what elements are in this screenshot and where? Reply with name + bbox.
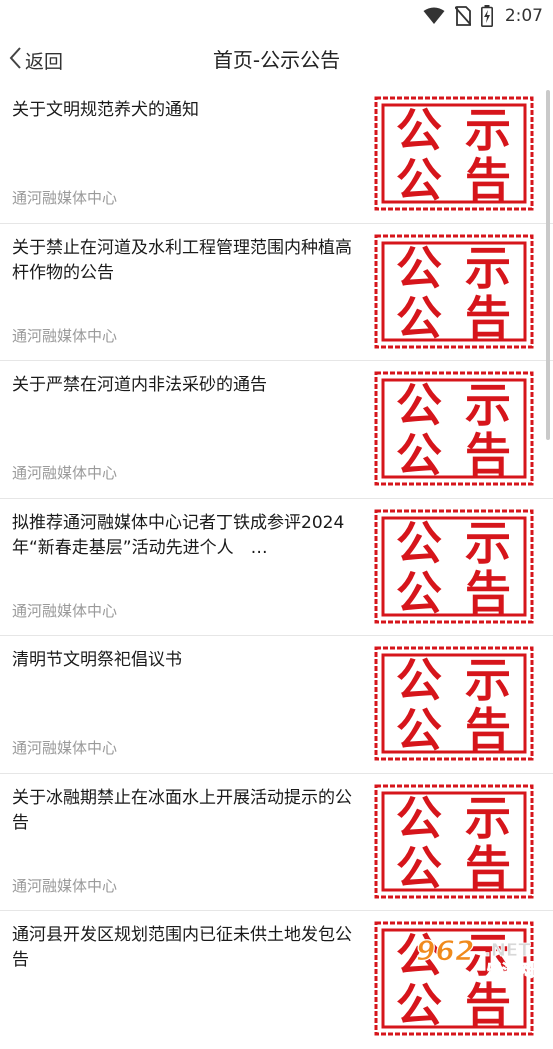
article-title: 关于冰融期禁止在冰面水上开展活动提示的公告 [12, 787, 352, 833]
article-title: 关于禁止在河道及水利工程管理范围内种植高杆作物的公告 [12, 237, 352, 283]
svg-text:公: 公 [396, 378, 442, 432]
svg-text:公: 公 [396, 103, 442, 157]
article-title: 拟推荐通河融媒体中心记者丁铁成参评2024年“新春走基层”活动先进个人 … [12, 512, 345, 558]
svg-text:公: 公 [396, 703, 442, 757]
svg-text:公: 公 [396, 841, 442, 895]
svg-text:示: 示 [465, 378, 511, 432]
wifi-icon [423, 7, 445, 25]
svg-text:告: 告 [465, 291, 511, 345]
list-item[interactable]: 拟推荐通河融媒体中心记者丁铁成参评2024年“新春走基层”活动先进个人 … 通河… [0, 499, 553, 636]
svg-text:公: 公 [396, 978, 442, 1032]
notice-stamp-image: 公示公告 [374, 784, 534, 898]
svg-text:公: 公 [396, 566, 442, 620]
svg-text:公: 公 [396, 153, 442, 207]
svg-text:公: 公 [396, 428, 442, 482]
article-source: 通河融媒体中心 [12, 464, 118, 482]
article-title: 清明节文明祭祀倡议书 [12, 650, 182, 670]
svg-text:公: 公 [396, 516, 442, 570]
article-title: 通河县开发区规划范围内已征未供土地发包公告 [12, 925, 352, 970]
svg-text:示: 示 [465, 928, 511, 982]
no-sim-icon [454, 6, 471, 26]
svg-text:告: 告 [465, 428, 511, 482]
navigation-bar: 返回 首页-公示公告 [0, 38, 553, 82]
article-thumbnail[interactable]: 公示公告 [374, 371, 534, 486]
svg-text:告: 告 [465, 566, 511, 620]
svg-text:公: 公 [396, 928, 442, 982]
svg-text:公: 公 [396, 241, 442, 295]
list-item[interactable]: 关于冰融期禁止在冰面水上开展活动提示的公告 通河融媒体中心 公示公告 [0, 774, 553, 911]
article-source: 通河融媒体中心 [12, 739, 118, 757]
svg-text:公: 公 [396, 791, 442, 845]
svg-text:示: 示 [465, 103, 511, 157]
status-time: 2:07 [504, 6, 543, 26]
notice-stamp-image: 公示公告 [374, 509, 534, 623]
svg-text:告: 告 [465, 703, 511, 757]
page-title: 首页-公示公告 [212, 48, 341, 72]
notice-stamp-image: 公示公告 [374, 371, 534, 486]
svg-text:示: 示 [465, 241, 511, 295]
article-title: 关于严禁在河道内非法采砂的通告 [12, 375, 267, 395]
svg-text:告: 告 [465, 153, 511, 207]
notice-stamp-image: 公示公告 [374, 234, 534, 348]
scrollbar[interactable] [546, 90, 550, 440]
article-thumbnail[interactable]: 公示公告 [374, 646, 534, 761]
svg-text:告: 告 [465, 978, 511, 1032]
article-source: 通河融媒体中心 [12, 326, 118, 345]
status-bar: 2:07 [0, 0, 553, 32]
notice-stamp-image: 公示公告 [374, 921, 534, 1036]
article-list: 关于文明规范养犬的通知 通河融媒体中心 公示公告 关于禁止在河道及水利工程管理范… [0, 86, 553, 1049]
list-item[interactable]: 关于禁止在河道及水利工程管理范围内种植高杆作物的公告 通河融媒体中心 公示公告 [0, 224, 553, 361]
list-item[interactable]: 关于严禁在河道内非法采砂的通告 通河融媒体中心 公示公告 [0, 361, 553, 499]
article-source: 通河融媒体中心 [12, 189, 118, 207]
list-item[interactable]: 清明节文明祭祀倡议书 通河融媒体中心 公示公告 [0, 636, 553, 774]
svg-text:告: 告 [465, 841, 511, 895]
article-thumbnail[interactable]: 公示公告 [374, 234, 534, 349]
article-thumbnail[interactable]: 公示公告 [374, 509, 534, 624]
battery-charging-icon [480, 5, 493, 27]
svg-text:示: 示 [465, 516, 511, 570]
svg-text:示: 示 [465, 791, 511, 845]
svg-text:示: 示 [465, 653, 511, 707]
article-thumbnail[interactable]: 公示公告 [374, 96, 534, 211]
article-source: 通河融媒体中心 [12, 601, 118, 620]
article-thumbnail[interactable]: 公示公告 [374, 921, 534, 1036]
list-item[interactable]: 关于文明规范养犬的通知 通河融媒体中心 公示公告 [0, 86, 553, 224]
notice-stamp-image: 公示公告 [374, 646, 534, 761]
svg-text:公: 公 [396, 653, 442, 707]
article-title: 关于文明规范养犬的通知 [12, 100, 199, 120]
notice-stamp-image: 公示公告 [374, 96, 534, 211]
list-item[interactable]: 通河县开发区规划范围内已征未供土地发包公告 公示公告 [0, 911, 553, 1049]
article-thumbnail[interactable]: 公示公告 [374, 784, 534, 899]
article-source: 通河融媒体中心 [12, 876, 118, 895]
svg-text:公: 公 [396, 291, 442, 345]
